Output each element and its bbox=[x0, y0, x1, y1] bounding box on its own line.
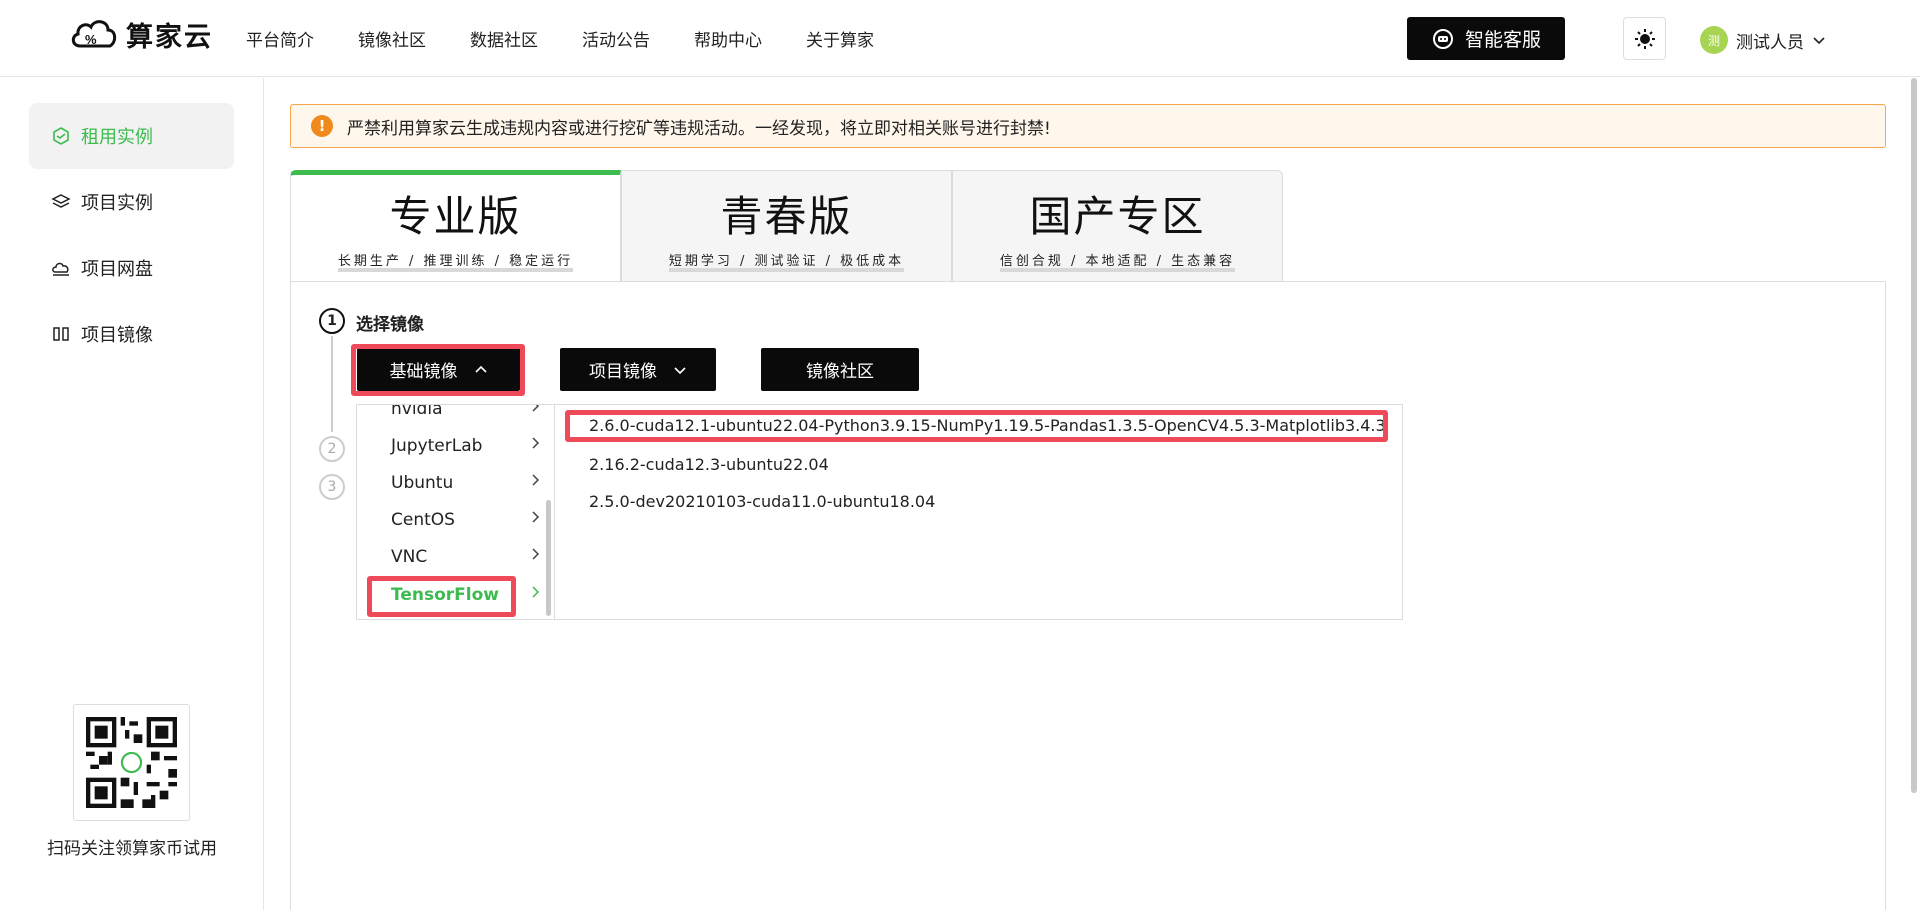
sidebar-item-rent-instance[interactable]: 租用实例 bbox=[29, 103, 234, 169]
sidebar-item-label: 项目实例 bbox=[81, 193, 153, 214]
nav-about[interactable]: 关于算家 bbox=[806, 26, 874, 51]
chevron-right-icon bbox=[532, 548, 540, 560]
chevron-down-icon bbox=[674, 366, 686, 374]
robot-icon bbox=[1432, 28, 1453, 49]
list-item[interactable]: nvidia bbox=[391, 404, 541, 419]
tab-professional[interactable]: 专业版 长期生产 / 推理训练 / 稳定运行 bbox=[290, 170, 621, 282]
warning-alert: ! 严禁利用算家云生成违规内容或进行挖矿等违规活动。一经发现，将立即对相关账号进… bbox=[290, 104, 1886, 148]
smart-service-button[interactable]: 智能客服 bbox=[1407, 17, 1565, 60]
svg-text:%: % bbox=[85, 32, 97, 47]
tab-youth[interactable]: 青春版 短期学习 / 测试验证 / 极低成本 bbox=[621, 170, 952, 282]
sidebar-item-label: 项目镜像 bbox=[81, 325, 153, 346]
list-item[interactable]: JupyterLab bbox=[391, 436, 541, 456]
theme-toggle-button[interactable] bbox=[1623, 17, 1666, 60]
step-1-title: 选择镜像 bbox=[356, 315, 424, 335]
tab-subtitle: 短期学习 / 测试验证 / 极低成本 bbox=[668, 255, 905, 272]
category-label: CentOS bbox=[391, 510, 455, 530]
warning-icon: ! bbox=[311, 115, 333, 137]
cloud-logo-icon: % bbox=[71, 20, 117, 48]
qr-caption: 扫码关注领算家币试用 bbox=[47, 839, 217, 859]
user-name: 测试人员 bbox=[1736, 32, 1804, 53]
step-3-badge: 3 bbox=[319, 474, 345, 500]
nav-data-community[interactable]: 数据社区 bbox=[470, 26, 538, 51]
chevron-right-icon bbox=[532, 474, 540, 486]
chevron-right-icon bbox=[532, 586, 540, 598]
cube-icon bbox=[53, 127, 69, 145]
layers-icon bbox=[51, 194, 71, 208]
logo[interactable]: % 算家云 bbox=[68, 14, 213, 54]
sidebar: 租用实例 项目实例 项目网盘 项目镜像 扫码关注领算家币试用 bbox=[0, 78, 264, 910]
image-community-label: 镜像社区 bbox=[806, 362, 874, 382]
sidebar-item-label: 租用实例 bbox=[81, 127, 153, 148]
chevron-right-icon bbox=[532, 405, 540, 412]
list-item[interactable]: Ubuntu bbox=[391, 473, 541, 493]
list-item[interactable]: 2.16.2-cuda12.3-ubuntu22.04 bbox=[589, 455, 829, 474]
logo-text: 算家云 bbox=[126, 21, 213, 53]
qr-code bbox=[73, 704, 190, 821]
page-scrollbar[interactable] bbox=[1911, 78, 1917, 793]
image-stack-icon bbox=[53, 327, 69, 341]
qr-code-icon bbox=[86, 717, 177, 808]
tab-subtitle: 长期生产 / 推理训练 / 稳定运行 bbox=[337, 255, 574, 272]
nav-announcements[interactable]: 活动公告 bbox=[582, 26, 650, 51]
smart-service-label: 智能客服 bbox=[1464, 29, 1541, 51]
edition-tabs: 专业版 长期生产 / 推理训练 / 稳定运行 青春版 短期学习 / 测试验证 /… bbox=[290, 170, 1283, 282]
tab-domestic[interactable]: 国产专区 信创合规 / 本地适配 / 生态兼容 bbox=[952, 170, 1283, 282]
nav-help-center[interactable]: 帮助中心 bbox=[694, 26, 762, 51]
tab-title: 专业版 bbox=[389, 192, 522, 241]
nav-platform-intro[interactable]: 平台简介 bbox=[246, 26, 314, 51]
chevron-down-icon bbox=[1813, 37, 1825, 45]
category-scrollbar[interactable] bbox=[546, 500, 551, 616]
chevron-right-icon bbox=[532, 437, 540, 449]
category-label: VNC bbox=[391, 547, 428, 567]
highlight-box bbox=[367, 576, 516, 617]
category-label: nvidia bbox=[391, 404, 443, 419]
avatar: 测 bbox=[1700, 26, 1728, 54]
category-label: JupyterLab bbox=[391, 436, 483, 456]
step-2-badge: 2 bbox=[319, 436, 345, 462]
list-item[interactable]: CentOS bbox=[391, 510, 541, 530]
step-1-badge: 1 bbox=[319, 308, 345, 334]
top-header: % 算家云 平台简介 镜像社区 数据社区 活动公告 帮助中心 关于算家 智能客服 bbox=[0, 0, 1920, 77]
sidebar-item-project-disk[interactable]: 项目网盘 bbox=[29, 235, 234, 301]
sidebar-item-label: 项目网盘 bbox=[81, 259, 153, 280]
highlight-box bbox=[565, 410, 1388, 442]
list-item[interactable]: VNC bbox=[391, 547, 541, 567]
image-community-tab[interactable]: 镜像社区 bbox=[761, 348, 919, 391]
sun-icon bbox=[1634, 28, 1655, 49]
chevron-right-icon bbox=[532, 511, 540, 523]
highlight-box bbox=[351, 344, 525, 396]
list-item[interactable]: 2.5.0-dev20210103-cuda11.0-ubuntu18.04 bbox=[589, 492, 935, 511]
sidebar-item-project-instance[interactable]: 项目实例 bbox=[29, 169, 234, 235]
tab-subtitle: 信创合规 / 本地适配 / 生态兼容 bbox=[999, 255, 1236, 272]
user-menu[interactable]: 测 测试人员 bbox=[1700, 26, 1826, 54]
cloud-disk-icon bbox=[52, 262, 69, 276]
nav-image-community[interactable]: 镜像社区 bbox=[358, 26, 426, 51]
category-label: Ubuntu bbox=[391, 473, 454, 493]
alert-text: 严禁利用算家云生成违规内容或进行挖矿等违规活动。一经发现，将立即对相关账号进行封… bbox=[347, 118, 1051, 139]
project-image-label: 项目镜像 bbox=[589, 362, 657, 382]
sidebar-item-project-image[interactable]: 项目镜像 bbox=[29, 301, 234, 367]
project-image-tab[interactable]: 项目镜像 bbox=[560, 348, 716, 391]
main-nav: 平台简介 镜像社区 数据社区 活动公告 帮助中心 关于算家 bbox=[246, 26, 874, 51]
tab-title: 青春版 bbox=[720, 192, 853, 241]
step-connector bbox=[331, 336, 333, 432]
tab-title: 国产专区 bbox=[1029, 192, 1206, 241]
